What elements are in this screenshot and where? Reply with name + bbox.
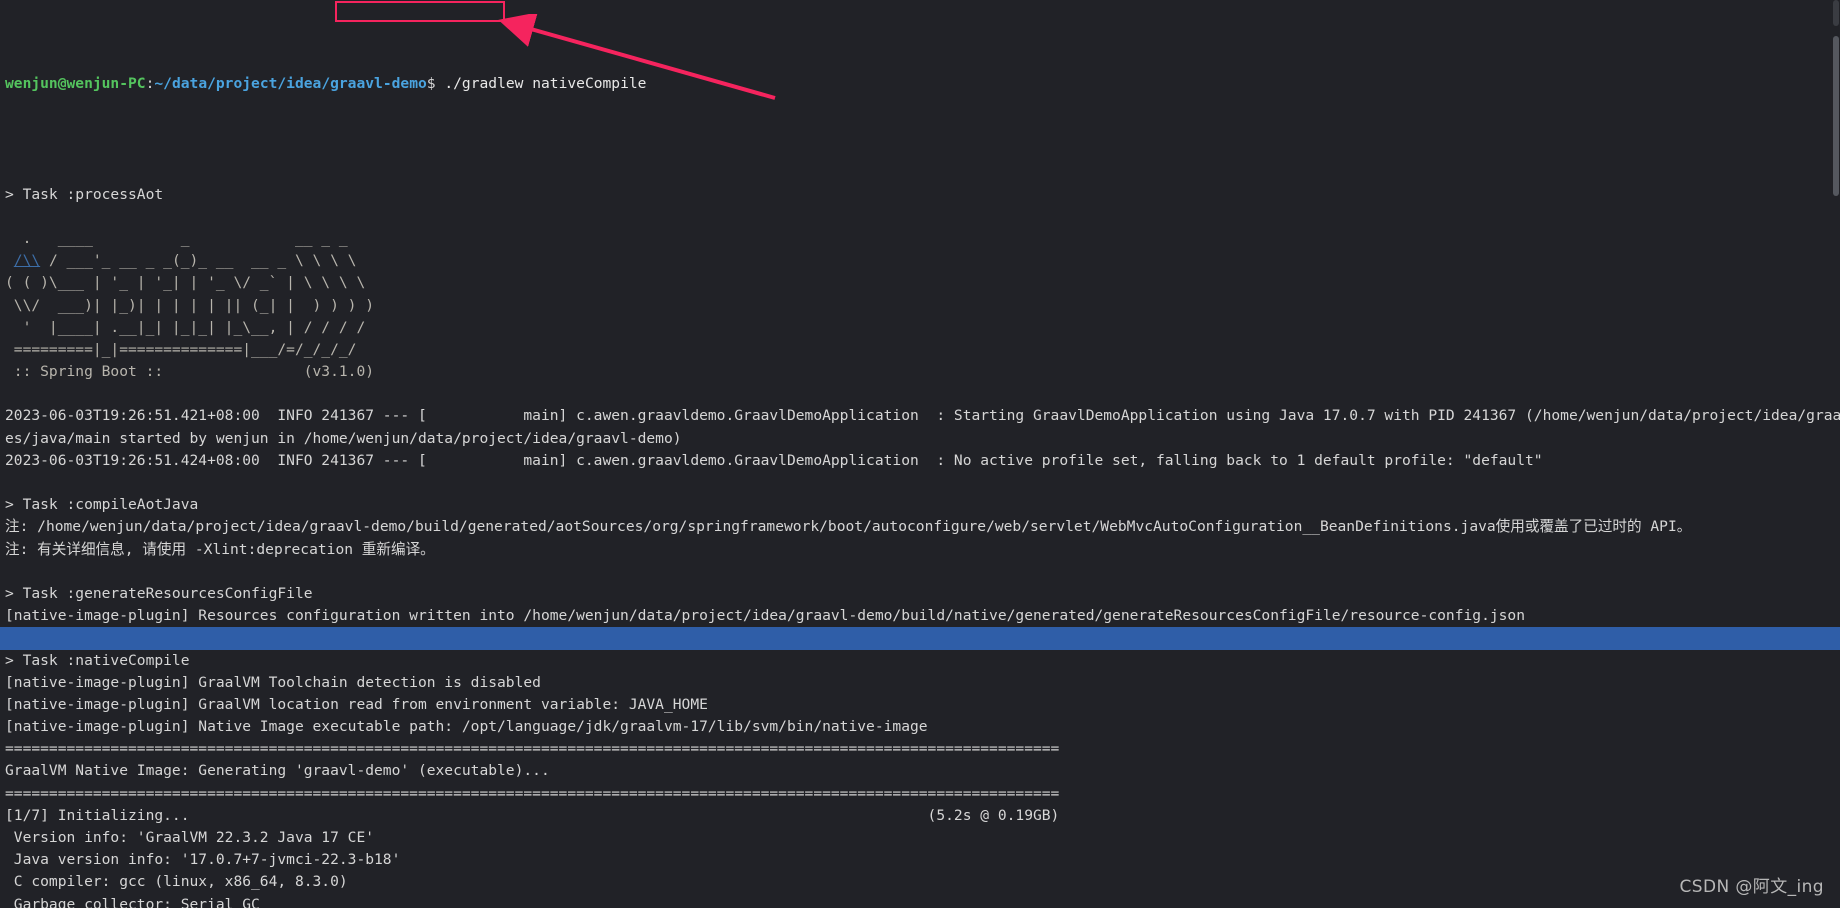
terminal-line-task-generateresourcesconfigfile: > Task :generateResourcesConfigFile (5, 584, 313, 602)
terminal-line-log-starting-2: es/java/main started by wenjun in /home/… (5, 429, 682, 447)
command-highlight-box (335, 1, 505, 22)
terminal-line-spring-version: :: Spring Boot :: (v3.1.0) (5, 363, 375, 381)
prompt-path: ~/data/project/idea/graavl-demo (154, 74, 427, 92)
terminal-line-blank-1 (5, 161, 1840, 183)
terminal-line-log-starting-1: 2023-06-03T19:26:51.421+08:00 INFO 24136… (5, 407, 1840, 425)
terminal-line-plugin-toolchain: [native-image-plugin] GraalVM Toolchain … (5, 673, 541, 691)
terminal-line-spring-art-1: . ____ _ __ _ _ (5, 229, 348, 247)
terminal-line-task-nativecompile: > Task :nativeCompile (5, 651, 190, 669)
terminal-line-task-compileaotjava: > Task :compileAotJava (5, 496, 199, 514)
terminal-line-c-compiler: C compiler: gcc (linux, x86_64, 8.3.0) (5, 873, 348, 891)
spring-logo-accent: /\\ (13, 252, 41, 270)
terminal-line-plugin-resources-written: [native-image-plugin] Resources configur… (5, 607, 1526, 625)
terminal-line-task-processaot: > Task :processAot (5, 185, 164, 203)
terminal-line-blank-3 (5, 383, 1840, 405)
watermark-label: CSDN @阿文_ing (1679, 876, 1824, 897)
terminal-line-rule-2: ========================================… (5, 784, 1060, 802)
terminal-line-step-initializing: [1/7] Initializing... (5.2s @ 0.19GB) (5, 806, 1060, 824)
scrollbar-thumb[interactable] (1833, 36, 1839, 196)
terminal-line-note-deprecated-api: 注: /home/wenjun/data/project/idea/graavl… (5, 518, 1692, 536)
shell-prompt-line: wenjun@wenjun-PC:~/data/project/idea/gra… (5, 73, 1840, 95)
prompt-command[interactable]: ./gradlew nativeCompile (436, 74, 647, 92)
terminal-line-spring-art-2: /\\ / ___'_ __ _ _(_)_ __ __ _ \ \ \ \ (13, 252, 357, 270)
prompt-user-host: wenjun@wenjun-PC (5, 74, 146, 92)
terminal-line-blank-2 (5, 206, 1840, 228)
scrollbar-top-marker[interactable] (1833, 0, 1839, 26)
terminal-line-spring-art-4: \\/ ___)| |_)| | | | | || (_| | ) ) ) ) (5, 296, 375, 314)
command-text: ./gradlew nativeCompile (444, 74, 647, 92)
terminal-line-blank-4 (5, 472, 1840, 494)
terminal-line-blank-5 (5, 561, 1840, 583)
terminal-line-version-info: Version info: 'GraalVM 22.3.2 Java 17 CE… (5, 829, 375, 847)
terminal-line-selected-blank (0, 627, 1840, 650)
terminal-output: > Task :processAot . ____ _ __ _ _ /\\ /… (0, 161, 1840, 908)
prompt-dollar: $ (426, 74, 436, 92)
terminal-line-java-version-info: Java version info: '17.0.7+7-jvmci-22.3-… (5, 851, 401, 869)
terminal-line-plugin-exec-path: [native-image-plugin] Native Image execu… (5, 718, 928, 736)
terminal-line-generating-native-image: GraalVM Native Image: Generating 'graavl… (5, 762, 550, 780)
terminal-line-spring-art-6: =========|_|==============|___/=/_/_/_/ (5, 340, 357, 358)
terminal-line-garbage-collector: Garbage collector: Serial GC (5, 895, 260, 908)
terminal-line-note-recompile: 注: 有关详细信息, 请使用 -Xlint:deprecation 重新编译。 (5, 540, 435, 558)
terminal-line-spring-art-3: ( ( )\___ | '_ | '_| | '_ \/ _` | \ \ \ … (5, 274, 366, 292)
terminal-line-plugin-location: [native-image-plugin] GraalVM location r… (5, 695, 708, 713)
terminal-line-rule-1: ========================================… (5, 740, 1060, 758)
terminal-window[interactable]: wenjun@wenjun-PC:~/data/project/idea/gra… (0, 0, 1840, 908)
terminal-line-spring-art-5: ' |____| .__|_| |_|_| |_\__, | / / / / (5, 318, 366, 336)
terminal-line-log-profile: 2023-06-03T19:26:51.424+08:00 INFO 24136… (5, 451, 1543, 469)
